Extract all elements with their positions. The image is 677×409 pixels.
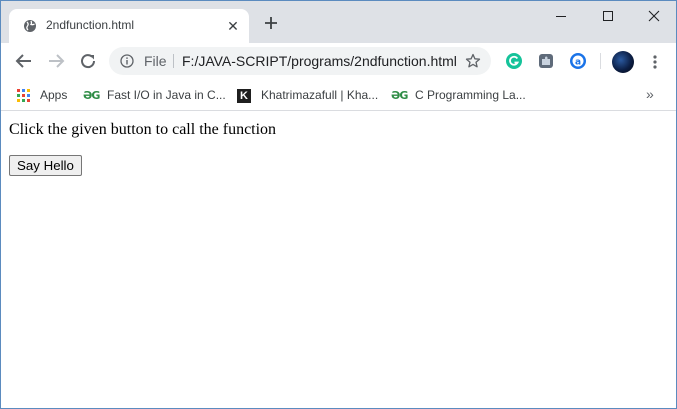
tab-2ndfunction[interactable]: 2ndfunction.html ✕ <box>9 9 249 43</box>
page-content: Click the given button to call the funct… <box>1 112 676 408</box>
bookmark-label: Fast I/O in Java in C... <box>107 88 226 102</box>
info-icon[interactable] <box>120 54 134 68</box>
bookmark-label: C Programming La... <box>415 88 526 102</box>
forward-arrow-icon[interactable] <box>45 50 67 72</box>
k-logo-icon: K <box>237 89 251 103</box>
address-bar[interactable]: File F:/JAVA-SCRIPT/programs/2ndfunction… <box>109 47 491 75</box>
url-text[interactable]: F:/JAVA-SCRIPT/programs/2ndfunction.html <box>182 53 457 69</box>
toolbar-divider <box>600 53 601 69</box>
omnibox-divider <box>173 54 174 68</box>
close-icon[interactable] <box>631 3 676 29</box>
tab-strip: 2ndfunction.html ✕ <box>1 1 676 43</box>
new-tab-plus-icon[interactable] <box>262 14 280 32</box>
file-scheme-label: File <box>144 53 167 69</box>
profile-avatar[interactable] <box>612 51 634 73</box>
say-hello-button[interactable]: Say Hello <box>9 155 82 176</box>
bookmark-label: Khatrimazafull | Kha... <box>261 88 379 102</box>
extension-puzzle-icon[interactable] <box>537 52 555 70</box>
grammarly-icon[interactable] <box>505 52 523 70</box>
bookmarks-overflow-icon[interactable]: » <box>646 86 654 102</box>
gfg-icon: ƏG <box>83 89 100 102</box>
bookmarks-bar: Apps ƏG Fast I/O in Java in C... K Khatr… <box>1 81 676 111</box>
gfg-icon: ƏG <box>391 89 408 102</box>
bookmark-star-icon[interactable] <box>465 53 481 69</box>
a-extension-icon[interactable]: a <box>569 52 587 70</box>
back-arrow-icon[interactable] <box>13 50 35 72</box>
bookmark-label: Apps <box>40 88 68 102</box>
globe-icon <box>23 19 37 33</box>
reload-icon[interactable] <box>77 50 99 72</box>
maximize-icon[interactable] <box>585 3 631 29</box>
browser-window: 2ndfunction.html ✕ File F:/JAVA-SCRIPT/p… <box>0 0 677 409</box>
svg-text:a: a <box>575 58 581 68</box>
minimize-icon[interactable] <box>538 3 584 29</box>
instruction-text: Click the given button to call the funct… <box>9 121 277 138</box>
tab-title: 2ndfunction.html <box>46 18 135 32</box>
menu-kebab-icon[interactable] <box>647 53 663 71</box>
tab-close-icon[interactable]: ✕ <box>225 18 241 34</box>
apps-grid-icon <box>16 89 32 103</box>
